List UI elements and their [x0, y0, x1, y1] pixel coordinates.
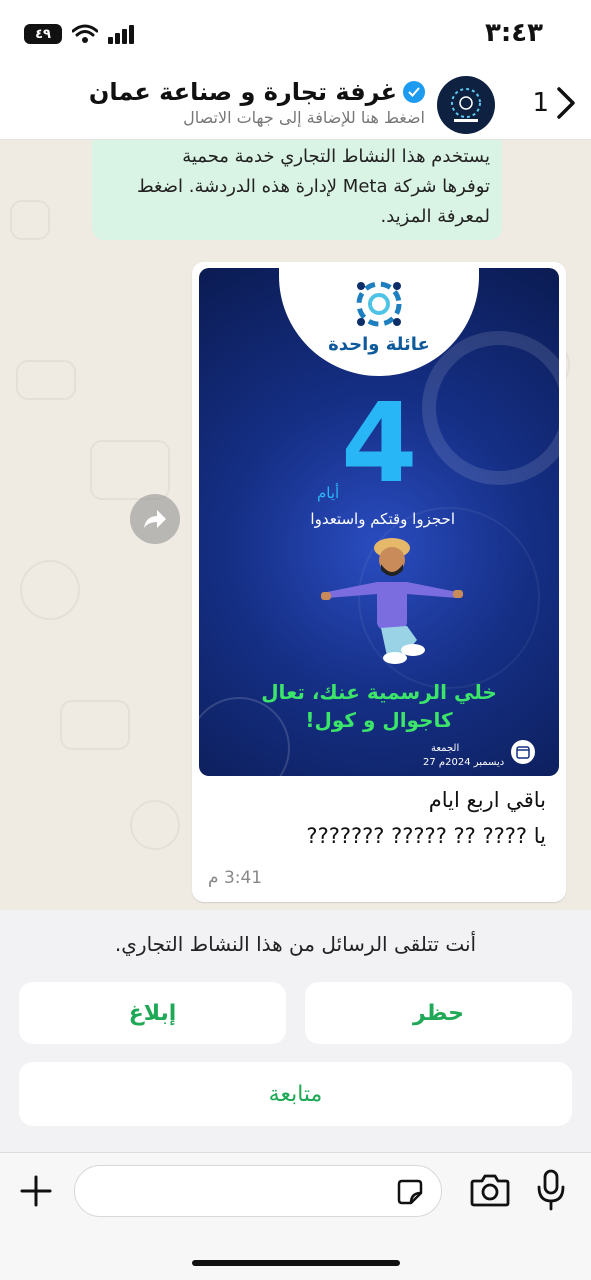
chevron-right-icon [557, 87, 575, 119]
poster-image[interactable]: عائلة واحدة 4 أيام احجزوا وقتكم واستعدوا… [199, 268, 559, 776]
chamber-logo-icon [451, 88, 481, 122]
forward-button[interactable] [130, 494, 180, 544]
system-message-line: يستخدم هذا النشاط التجاري خدمة محمية [182, 146, 490, 167]
message-timestamp: 3:41 م [208, 868, 263, 888]
report-button[interactable]: إبلاغ [19, 982, 286, 1044]
message-text: يا ???? ?? ????? ??????? [306, 824, 546, 848]
plus-icon[interactable] [18, 1173, 54, 1209]
system-message-line: لمعرفة المزيد. [380, 206, 491, 227]
camera-icon[interactable] [470, 1173, 510, 1207]
business-notice: أنت تتلقى الرسائل من هذا النشاط التجاري. [114, 932, 477, 956]
forward-icon [144, 510, 166, 528]
event-day: الجمعة [431, 743, 460, 754]
sticker-icon[interactable] [397, 1179, 423, 1205]
poster-tagline: احجزوا وقتكم واستعدوا [310, 510, 455, 528]
add-contact-hint[interactable]: اضغط هنا للإضافة إلى جهات الاتصال [183, 108, 425, 127]
system-message-line: توفرها شركة Meta لإدارة هذه الدردشة. اضغ… [136, 176, 490, 197]
wallpaper-doodle [90, 440, 170, 500]
business-system-message[interactable]: يستخدم هذا النشاط التجاري خدمة محمية توف… [92, 140, 502, 240]
battery-level: ٤٩ [35, 26, 51, 42]
contact-name[interactable]: غرفة تجارة و صناعة عمان [89, 78, 425, 106]
contact-name-text: غرفة تجارة و صناعة عمان [88, 78, 397, 106]
poster-brand: عائلة واحدة [328, 334, 430, 355]
poster-promo-line: كاجوال و كول! [305, 708, 453, 732]
avatar[interactable] [437, 76, 495, 134]
composer-bar [0, 1152, 591, 1280]
microphone-icon[interactable] [536, 1169, 566, 1211]
calendar-icon [511, 740, 535, 764]
wallpaper-doodle [60, 700, 130, 750]
back-button[interactable]: 1 [532, 86, 577, 120]
verified-badge-icon [403, 81, 425, 103]
status-icons: ٤٩ [24, 24, 136, 44]
home-indicator [192, 1260, 400, 1266]
wallpaper-doodle [10, 200, 50, 240]
chat-area[interactable]: يستخدم هذا النشاط التجاري خدمة محمية توف… [0, 140, 591, 910]
unread-count: 1 [532, 88, 549, 118]
wallpaper-doodle [20, 560, 80, 620]
signal-icon [108, 25, 134, 44]
status-bar: ٤٩ ٣:٤٣ [0, 0, 591, 70]
one-family-logo-icon [356, 281, 402, 327]
wallpaper-doodle [130, 800, 180, 850]
message-input[interactable] [74, 1165, 442, 1217]
wifi-icon [72, 24, 98, 43]
business-actions-panel: أنت تتلقى الرسائل من هذا النشاط التجاري.… [0, 910, 591, 1152]
person-illustration [321, 538, 463, 664]
battery-icon: ٤٩ [24, 24, 62, 44]
countdown-number: 4 [341, 379, 418, 507]
chat-header[interactable]: 1 غرفة تجارة و صناعة عمان اضغط هنا للإضا… [0, 70, 591, 140]
poster-promo-line: خلي الرسمية عنك، تعال [261, 680, 497, 704]
message-text: باقي اربع ايام [428, 788, 546, 812]
block-button[interactable]: حظر [305, 982, 572, 1044]
follow-button[interactable]: متابعة [19, 1062, 572, 1126]
countdown-unit: أيام [317, 484, 340, 502]
status-time: ٣:٤٣ [484, 18, 543, 48]
event-date: 27 ديسمبر 2024م [423, 757, 505, 768]
message-bubble[interactable]: عائلة واحدة 4 أيام احجزوا وقتكم واستعدوا… [192, 262, 566, 902]
wallpaper-doodle [16, 360, 76, 400]
